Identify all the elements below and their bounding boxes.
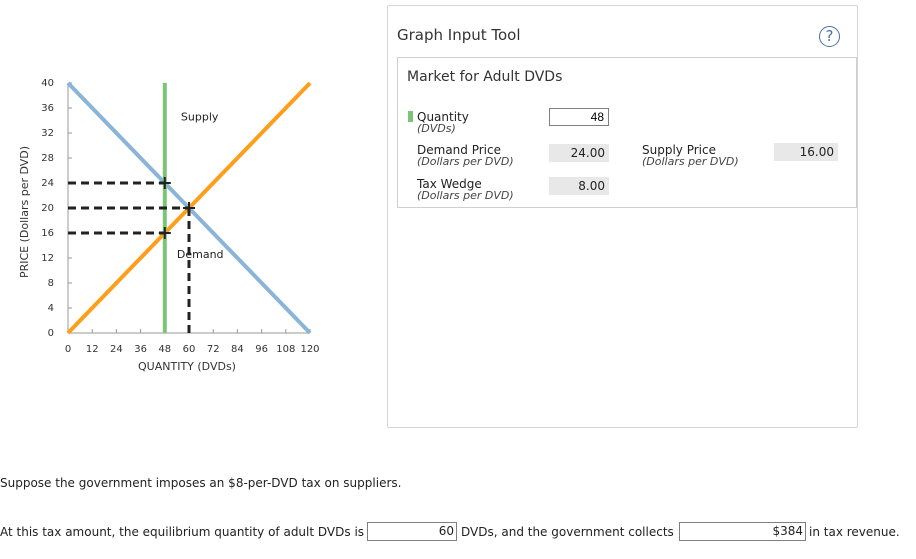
x-tick-label: 12 xyxy=(86,344,99,355)
demand-label: Demand xyxy=(177,248,224,261)
question-part3: in tax revenue. xyxy=(809,525,900,539)
x-tick-label: 60 xyxy=(183,344,196,355)
y-tick-label: 24 xyxy=(41,178,54,189)
graph-input-tool: Graph Input Tool ? Market for Adult DVDs… xyxy=(387,5,858,428)
panel-title: Market for Adult DVDs xyxy=(407,69,563,85)
question-intro: Suppose the government imposes an $8-per… xyxy=(0,476,402,490)
y-tick-label: 32 xyxy=(41,128,54,139)
x-tick-label: 120 xyxy=(300,344,319,355)
y-tick-label: 20 xyxy=(41,203,54,214)
tax-wedge-value: 8.00 xyxy=(549,177,609,195)
tax-wedge-unit: (Dollars per DVD) xyxy=(417,189,514,202)
question-part1: At this tax amount, the equilibrium quan… xyxy=(0,525,365,539)
supply-label: Supply xyxy=(181,111,219,124)
y-tick-label: 8 xyxy=(48,278,54,289)
quantity-input[interactable] xyxy=(549,108,609,126)
help-icon[interactable]: ? xyxy=(819,26,840,47)
demand-price-value: 24.00 xyxy=(549,144,609,162)
x-axis-label: QUANTITY (DVDs) xyxy=(138,360,236,373)
x-tick-label: 72 xyxy=(207,344,220,355)
demand-price-unit: (Dollars per DVD) xyxy=(417,155,514,168)
y-tick-label: 4 xyxy=(48,303,54,314)
quantity-swatch-icon xyxy=(408,111,413,122)
x-tick-label: 48 xyxy=(158,344,171,355)
y-tick-label: 16 xyxy=(41,228,54,239)
x-tick-label: 108 xyxy=(276,344,295,355)
y-tick-label: 36 xyxy=(41,103,54,114)
question-part2: DVDs, and the government collects xyxy=(461,525,674,539)
supply-price-unit: (Dollars per DVD) xyxy=(642,155,739,168)
supply-demand-chart: 04812162024283236400 12 24 36 48 60 72 84 96 108 1… xyxy=(18,78,320,373)
x-tick-label: 84 xyxy=(231,344,244,355)
y-axis-label: PRICE (Dollars per DVD) xyxy=(18,146,31,278)
y-tick-label: 40 xyxy=(41,78,54,89)
quantity-unit: (DVDs) xyxy=(417,122,456,135)
y-tick-label: 0 xyxy=(48,328,54,339)
tool-title: Graph Input Tool xyxy=(397,26,521,44)
market-panel: Market for Adult DVDs Quantity (DVDs) De… xyxy=(397,57,857,208)
tax-revenue-answer[interactable]: $384 xyxy=(679,522,806,541)
x-tick-label: 36 xyxy=(134,344,147,355)
x-tick-label: 24 xyxy=(110,344,123,355)
y-tick-label: 28 xyxy=(41,153,54,164)
equilibrium-quantity-answer[interactable]: 60 xyxy=(367,522,457,541)
question-text: At this tax amount, the equilibrium quan… xyxy=(0,524,364,540)
supply-price-value: 16.00 xyxy=(774,143,838,161)
x-tick-label: 96 xyxy=(255,344,268,355)
y-tick-label: 12 xyxy=(41,253,54,264)
x-tick-label: 0 xyxy=(65,344,71,355)
